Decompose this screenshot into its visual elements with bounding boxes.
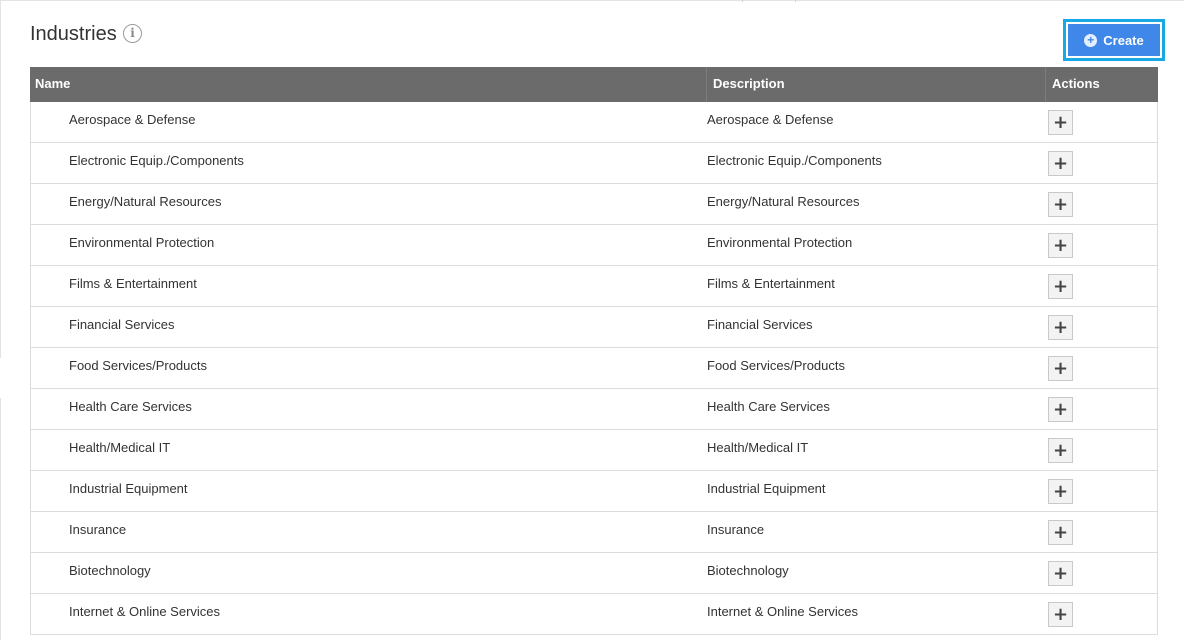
create-button[interactable]: + Create	[1068, 24, 1160, 56]
row-name: Electronic Equip./Components	[69, 153, 244, 168]
row-name: Food Services/Products	[69, 358, 208, 373]
row-add-button[interactable]: +	[1048, 192, 1073, 217]
row-add-button[interactable]: +	[1048, 315, 1073, 340]
top-border	[0, 0, 1184, 1]
table-row[interactable]: Industrial Equipment Industrial Equipment…	[30, 471, 1158, 512]
row-name: Films & Entertainment	[69, 276, 197, 291]
row-name: Energy/Natural Resources	[69, 194, 222, 209]
row-add-button[interactable]: +	[1048, 397, 1073, 422]
plus-icon: +	[1052, 111, 1069, 133]
plus-icon: +	[1052, 398, 1069, 420]
table-row[interactable]: Health Care Services Health Care Services…	[30, 389, 1158, 430]
row-add-button[interactable]: +	[1048, 110, 1073, 135]
row-description: Biotechnology	[707, 563, 789, 578]
row-description: Electronic Equip./Components	[707, 153, 882, 168]
table-row[interactable]: Insurance Insurance +	[30, 512, 1158, 553]
row-add-button[interactable]: +	[1048, 561, 1073, 586]
row-description: Energy/Natural Resources	[707, 194, 860, 209]
table-row[interactable]: Environmental Protection Environmental Pr…	[30, 225, 1158, 266]
table-row[interactable]: Electronic Equip./Components Electronic E…	[30, 143, 1158, 184]
table-row[interactable]: Internet & Online Services Internet & Onl…	[30, 594, 1158, 635]
plus-icon: +	[1052, 562, 1069, 584]
row-add-button[interactable]: +	[1048, 520, 1073, 545]
row-description: Health Care Services	[707, 399, 830, 414]
row-description: Aerospace & Defense	[707, 112, 834, 127]
table-body: Aerospace & Defense Aerospace & Defense + E…	[30, 102, 1158, 635]
row-add-button[interactable]: +	[1048, 233, 1073, 258]
row-name: Health Care Services	[69, 399, 192, 414]
column-header-description[interactable]: Description	[706, 67, 785, 102]
row-add-button[interactable]: +	[1048, 151, 1073, 176]
row-add-button[interactable]: +	[1048, 356, 1073, 381]
table-row[interactable]: Aerospace & Defense Aerospace & Defense +	[30, 102, 1158, 143]
page-title: Industries	[30, 23, 117, 45]
create-button-focus-ring: + Create	[1063, 19, 1165, 61]
plus-icon: +	[1052, 480, 1069, 502]
row-description: Internet & Online Services	[707, 604, 859, 619]
row-description: Health/Medical IT	[707, 440, 809, 455]
table-row[interactable]: Films & Entertainment Films & Entertainme…	[30, 266, 1158, 307]
table-row[interactable]: Financial Services Financial Services +	[30, 307, 1158, 348]
create-button-label: Create	[1103, 32, 1144, 48]
top-divider-tick	[742, 0, 743, 2]
plus-circle-icon: +	[1084, 33, 1098, 47]
table-row[interactable]: Health/Medical IT Health/Medical IT +	[30, 430, 1158, 471]
row-description: Insurance	[707, 522, 765, 537]
table-row[interactable]: Energy/Natural Resources Energy/Natural R…	[30, 184, 1158, 225]
row-name: Industrial Equipment	[69, 481, 188, 496]
row-name: Biotechnology	[69, 563, 151, 578]
row-name: Internet & Online Services	[69, 604, 221, 619]
plus-icon: +	[1052, 603, 1069, 625]
table-header: Name Description Actions	[30, 67, 1158, 102]
row-name: Insurance	[69, 522, 127, 537]
column-header-actions: Actions	[1045, 67, 1100, 102]
row-add-button[interactable]: +	[1048, 479, 1073, 504]
row-name: Aerospace & Defense	[69, 112, 196, 127]
plus-icon: +	[1052, 439, 1069, 461]
row-name: Financial Services	[69, 317, 175, 332]
table-row[interactable]: Food Services/Products Food Services/Prod…	[30, 348, 1158, 389]
row-description: Films & Entertainment	[707, 276, 835, 291]
left-panel-edge	[0, 398, 1, 640]
info-icon[interactable]: i	[123, 24, 142, 43]
plus-icon: +	[1052, 275, 1069, 297]
top-divider-tick	[795, 0, 796, 2]
plus-icon: +	[1052, 316, 1069, 338]
plus-icon: +	[1052, 234, 1069, 256]
row-add-button[interactable]: +	[1048, 438, 1073, 463]
row-name: Environmental Protection	[69, 235, 215, 250]
row-description: Environmental Protection	[707, 235, 853, 250]
table-row[interactable]: Biotechnology Biotechnology +	[30, 553, 1158, 594]
row-description: Food Services/Products	[707, 358, 846, 373]
row-add-button[interactable]: +	[1048, 602, 1073, 627]
left-panel-edge	[0, 0, 1, 358]
plus-icon: +	[1052, 152, 1069, 174]
column-header-name[interactable]: Name	[30, 67, 70, 102]
plus-icon: +	[1052, 193, 1069, 215]
row-description: Financial Services	[707, 317, 813, 332]
row-name: Health/Medical IT	[69, 440, 171, 455]
plus-icon: +	[1052, 521, 1069, 543]
row-description: Industrial Equipment	[707, 481, 826, 496]
industries-table: Name Description Actions Aerospace & Def…	[30, 67, 1158, 635]
plus-icon: +	[1052, 357, 1069, 379]
row-add-button[interactable]: +	[1048, 274, 1073, 299]
